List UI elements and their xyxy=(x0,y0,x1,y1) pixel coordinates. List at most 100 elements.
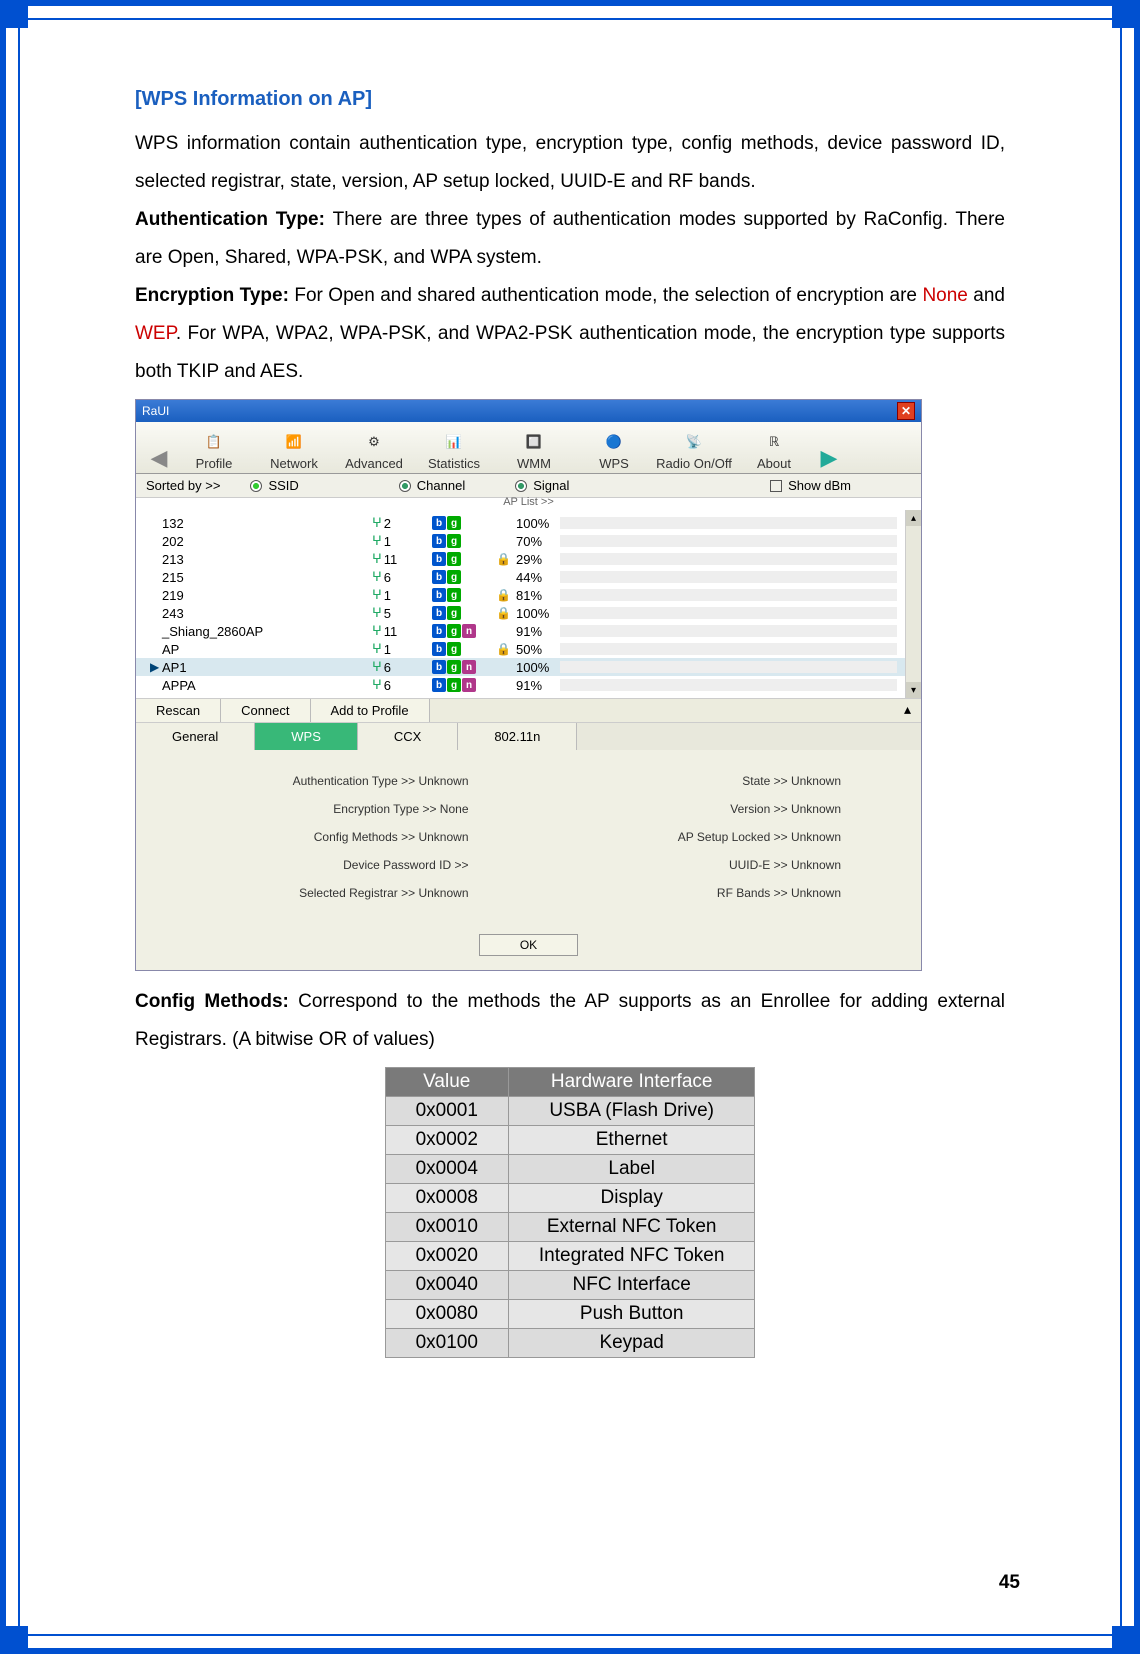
info-line: Device Password ID >> xyxy=(176,858,529,872)
scrollbar[interactable]: ▴ ▾ xyxy=(905,510,921,698)
ap-channel: ⵖ11 xyxy=(372,623,432,639)
sort-signal-option[interactable]: Signal xyxy=(515,478,569,493)
ap-row[interactable]: ▶AP1ⵖ6bgn100% xyxy=(136,658,921,676)
ap-list: 132ⵖ2bg100%202ⵖ1bg70%213ⵖ11bg🔒29%215ⵖ6bg… xyxy=(136,510,921,698)
info-line: Config Methods >> Unknown xyxy=(176,830,529,844)
scroll-up-icon[interactable]: ▴ xyxy=(906,510,921,526)
signal-bar xyxy=(560,679,897,691)
antenna-icon: ⵖ xyxy=(372,551,382,567)
mode-g-icon: g xyxy=(447,624,461,638)
toolbar-about[interactable]: ℝAbout xyxy=(734,428,814,471)
info-line: RF Bands >> Unknown xyxy=(529,886,882,900)
enc-none: None xyxy=(922,285,967,306)
lock-icon: 🔒 xyxy=(496,642,516,656)
ok-button[interactable]: OK xyxy=(479,934,578,956)
ap-channel: ⵖ6 xyxy=(372,569,432,585)
antenna-icon: ⵖ xyxy=(372,533,382,549)
ap-channel: ⵖ6 xyxy=(372,677,432,693)
info-line: UUID-E >> Unknown xyxy=(529,858,882,872)
table-row: 0x0020Integrated NFC Token xyxy=(385,1242,755,1271)
toolbar-wps[interactable]: 🔵WPS xyxy=(574,428,654,471)
ap-channel: ⵖ1 xyxy=(372,641,432,657)
ap-channel: ⵖ6 xyxy=(372,659,432,675)
table-header: Value xyxy=(385,1068,508,1097)
table-row: 0x0100Keypad xyxy=(385,1329,755,1358)
toolbar-icon: 📡 xyxy=(678,428,710,456)
enc-wep: WEP xyxy=(135,323,176,344)
tab-ccx[interactable]: CCX xyxy=(358,723,458,750)
config-methods-table: ValueHardware Interface 0x0001USBA (Flas… xyxy=(385,1067,756,1358)
ap-row[interactable]: 213ⵖ11bg🔒29% xyxy=(136,550,921,568)
tab-wps[interactable]: WPS xyxy=(255,723,358,750)
table-cell: Integrated NFC Token xyxy=(508,1242,755,1271)
ap-ssid: 243 xyxy=(162,606,372,621)
info-line: Authentication Type >> Unknown xyxy=(176,774,529,788)
ap-ssid: 219 xyxy=(162,588,372,603)
close-button[interactable]: ✕ xyxy=(897,402,915,420)
app-title: RaUI xyxy=(142,404,169,418)
mode-b-icon: b xyxy=(432,552,446,566)
paragraph: WPS information contain authentication t… xyxy=(135,125,1005,201)
table-cell: 0x0002 xyxy=(385,1126,508,1155)
signal-bar xyxy=(560,517,897,529)
signal-bar xyxy=(560,553,897,565)
tab-80211n[interactable]: 802.11n xyxy=(458,723,577,750)
antenna-icon: ⵖ xyxy=(372,605,382,621)
toolbar-radioonoff[interactable]: 📡Radio On/Off xyxy=(654,428,734,471)
ap-row[interactable]: APPAⵖ6bgn91% xyxy=(136,676,921,694)
mode-g-icon: g xyxy=(447,588,461,602)
mode-g-icon: g xyxy=(447,678,461,692)
toolbar-advanced[interactable]: ⚙Advanced xyxy=(334,428,414,471)
ap-row[interactable]: 215ⵖ6bg44% xyxy=(136,568,921,586)
toolbar-profile[interactable]: 📋Profile xyxy=(174,428,254,471)
add-to-profile-button[interactable]: Add to Profile xyxy=(311,699,430,722)
nav-next-arrow[interactable]: ▶ xyxy=(814,445,844,471)
table-cell: 0x0020 xyxy=(385,1242,508,1271)
enc-text: For Open and shared authentication mode,… xyxy=(294,285,922,306)
ap-row[interactable]: _Shiang_2860APⵖ11bgn91% xyxy=(136,622,921,640)
mode-g-icon: g xyxy=(447,660,461,674)
ap-row[interactable]: 219ⵖ1bg🔒81% xyxy=(136,586,921,604)
enc-and: and xyxy=(968,285,1005,306)
antenna-icon: ⵖ xyxy=(372,641,382,657)
info-line: Version >> Unknown xyxy=(529,802,882,816)
lock-icon: 🔒 xyxy=(496,588,516,602)
raui-app-window: RaUI ✕ ◀ 📋Profile📶Network⚙Advanced📊Stati… xyxy=(135,399,922,971)
table-cell: 0x0040 xyxy=(385,1271,508,1300)
ap-row[interactable]: 132ⵖ2bg100% xyxy=(136,514,921,532)
ap-row[interactable]: 202ⵖ1bg70% xyxy=(136,532,921,550)
ap-signal-percent: 81% xyxy=(516,588,560,603)
toolbar-statistics[interactable]: 📊Statistics xyxy=(414,428,494,471)
ap-ssid: AP xyxy=(162,642,372,657)
ap-mode: bgn xyxy=(432,624,496,638)
rescan-button[interactable]: Rescan xyxy=(136,699,221,722)
ap-ssid: APPA xyxy=(162,678,372,693)
antenna-icon: ⵖ xyxy=(372,659,382,675)
paragraph: Encryption Type: For Open and shared aut… xyxy=(135,277,1005,391)
mode-n-icon: n xyxy=(462,624,476,638)
connect-button[interactable]: Connect xyxy=(221,699,310,722)
collapse-arrow[interactable]: ▴ xyxy=(894,699,921,722)
sort-ssid-option[interactable]: SSID xyxy=(250,478,298,493)
signal-bar xyxy=(560,571,897,583)
ok-row: OK xyxy=(136,924,921,970)
show-dbm-option[interactable]: Show dBm xyxy=(770,478,851,493)
ap-row[interactable]: APⵖ1bg🔒50% xyxy=(136,640,921,658)
signal-bar xyxy=(560,643,897,655)
ap-row[interactable]: 243ⵖ5bg🔒100% xyxy=(136,604,921,622)
toolbar-wmm[interactable]: 🔲WMM xyxy=(494,428,574,471)
toolbar: ◀ 📋Profile📶Network⚙Advanced📊Statistics🔲W… xyxy=(136,422,921,474)
mode-b-icon: b xyxy=(432,570,446,584)
wps-info-area: Authentication Type >> UnknownEncryption… xyxy=(136,750,921,924)
mode-n-icon: n xyxy=(462,678,476,692)
nav-prev-arrow[interactable]: ◀ xyxy=(144,445,174,471)
sort-channel-option[interactable]: Channel xyxy=(399,478,465,493)
ap-channel: ⵖ5 xyxy=(372,605,432,621)
tab-general[interactable]: General xyxy=(136,723,255,750)
antenna-icon: ⵖ xyxy=(372,515,382,531)
ap-signal-percent: 44% xyxy=(516,570,560,585)
scroll-down-icon[interactable]: ▾ xyxy=(906,682,921,698)
toolbar-network[interactable]: 📶Network xyxy=(254,428,334,471)
ap-ssid: 202 xyxy=(162,534,372,549)
table-cell: 0x0080 xyxy=(385,1300,508,1329)
